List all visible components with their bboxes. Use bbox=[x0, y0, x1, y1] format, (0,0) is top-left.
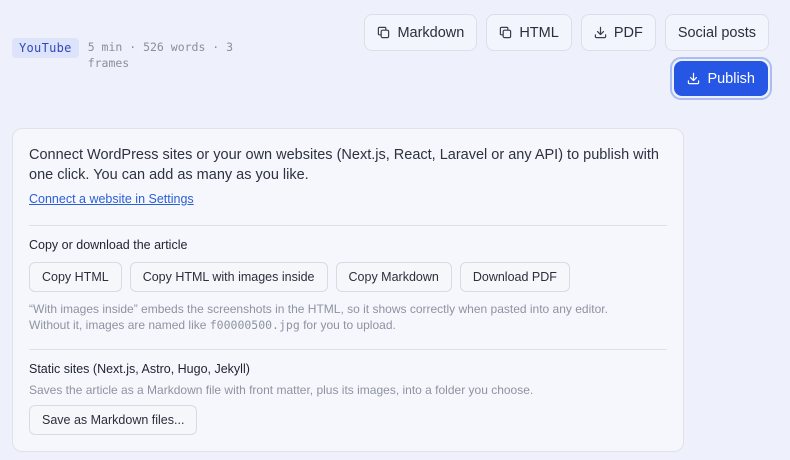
pdf-button[interactable]: PDF bbox=[580, 14, 656, 51]
static-section-description: Saves the article as a Markdown file wit… bbox=[29, 383, 534, 397]
copy-button-row: Copy HTML Copy HTML with images inside C… bbox=[29, 262, 667, 292]
copy-note-suffix: for you to upload. bbox=[299, 318, 396, 332]
export-toolbar: Markdown HTML PDF Social posts bbox=[364, 14, 769, 51]
publish-button-label: Publish bbox=[707, 70, 755, 87]
source-badge: YouTube bbox=[12, 38, 79, 58]
save-markdown-files-button[interactable]: Save as Markdown files... bbox=[29, 405, 198, 435]
copy-icon bbox=[500, 26, 512, 39]
copy-section-title: Copy or download the article bbox=[29, 238, 188, 252]
publish-button[interactable]: Publish bbox=[674, 61, 768, 96]
social-posts-button[interactable]: Social posts bbox=[664, 14, 769, 51]
social-posts-button-label: Social posts bbox=[677, 24, 756, 41]
copy-note-line1: “With images inside” embeds the screensh… bbox=[29, 302, 608, 316]
publish-intro: Connect WordPress sites or your own webs… bbox=[29, 147, 659, 183]
download-icon bbox=[688, 72, 700, 85]
pdf-button-label: PDF bbox=[613, 24, 643, 41]
markdown-button[interactable]: Markdown bbox=[364, 14, 478, 51]
static-section-title: Static sites (Next.js, Astro, Hugo, Jeky… bbox=[29, 362, 250, 376]
article-meta: YouTube 5 min · 526 words · 3 frames bbox=[12, 38, 248, 71]
download-icon bbox=[594, 26, 607, 39]
html-button-label: HTML bbox=[519, 24, 559, 41]
copy-note-prefix: Without it, images are named like bbox=[29, 318, 210, 332]
copy-html-button[interactable]: Copy HTML bbox=[29, 262, 122, 292]
markdown-button-label: Markdown bbox=[397, 24, 465, 41]
filename-example: f00000500.jpg bbox=[209, 318, 300, 332]
copy-markdown-button[interactable]: Copy Markdown bbox=[335, 262, 452, 292]
copy-icon bbox=[378, 26, 390, 39]
divider bbox=[29, 225, 667, 226]
connect-website-link[interactable]: Connect a website in Settings bbox=[29, 192, 194, 206]
copy-note: “With images inside” embeds the screensh… bbox=[29, 301, 667, 333]
article-stats: 5 min · 526 words · 3 frames bbox=[87, 40, 234, 70]
divider bbox=[29, 349, 667, 350]
copy-note-line2: Without it, images are named like f00000… bbox=[29, 317, 667, 333]
download-pdf-button[interactable]: Download PDF bbox=[459, 262, 570, 292]
copy-html-with-images-button[interactable]: Copy HTML with images inside bbox=[129, 262, 328, 292]
publish-focus-ring: Publish bbox=[670, 57, 772, 100]
html-button[interactable]: HTML bbox=[486, 14, 572, 51]
publish-panel: Connect WordPress sites or your own webs… bbox=[12, 128, 684, 452]
